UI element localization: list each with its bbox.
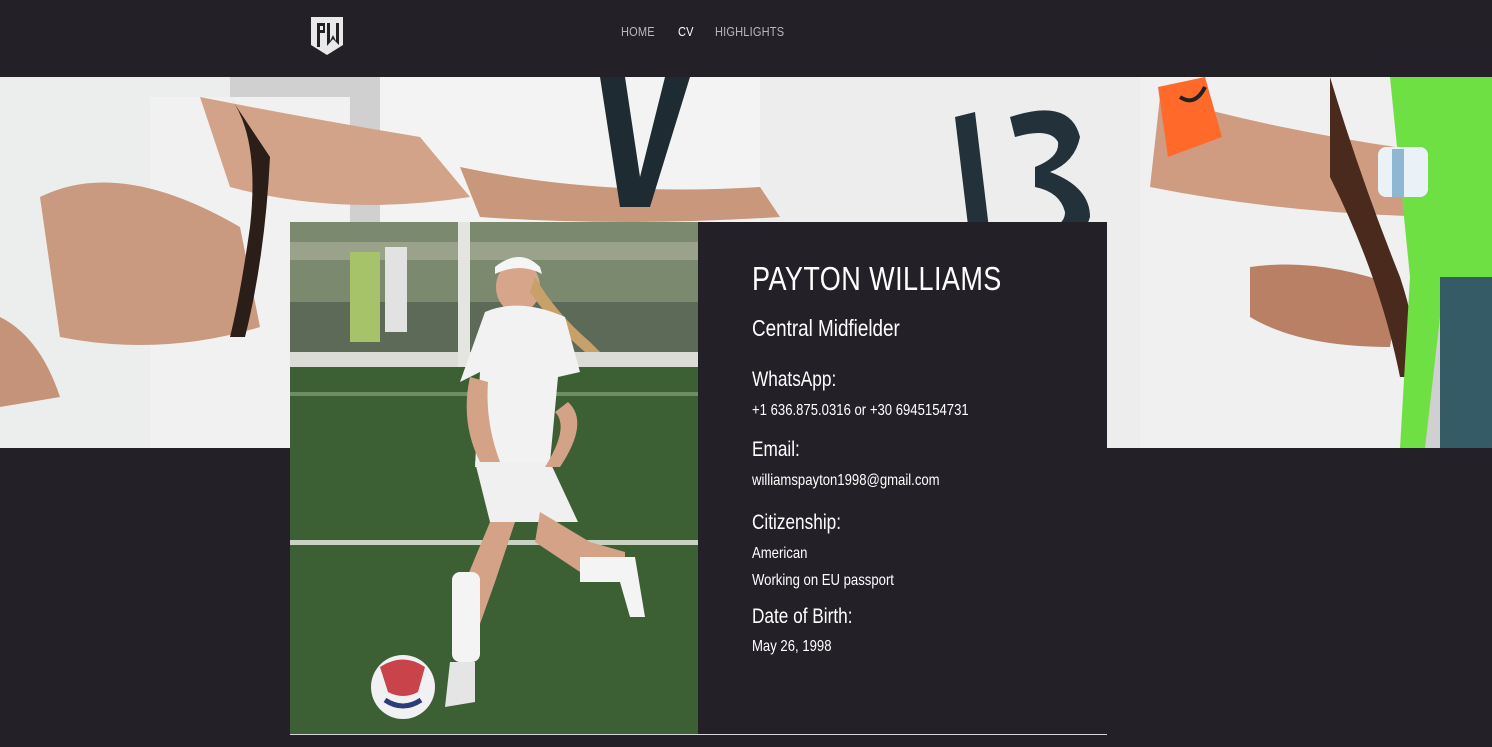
email-value[interactable]: williamspayton1998@gmail.com: [752, 472, 940, 490]
player-photo: [290, 222, 698, 734]
player-name: PAYTON WILLIAMS: [752, 260, 1002, 297]
nav-highlights-link[interactable]: HIGHLIGHTS: [715, 24, 784, 39]
nav-cv-link[interactable]: CV: [678, 24, 694, 39]
whatsapp-value: +1 636.875.0316 or +30 6945154731: [752, 402, 969, 419]
player-position: Central Midfielder: [752, 315, 900, 341]
dob-label: Date of Birth:: [752, 605, 853, 628]
card-bottom-divider: [290, 734, 1107, 735]
site-logo[interactable]: [309, 15, 345, 57]
citizenship-line-1: American: [752, 545, 808, 562]
player-action-image: [290, 222, 698, 734]
citizenship-label: Citizenship:: [752, 511, 842, 534]
top-navigation-bar: HOME CV HIGHLIGHTS: [0, 0, 1492, 77]
whatsapp-label: WhatsApp:: [752, 368, 837, 391]
dob-value: May 26, 1998: [752, 638, 832, 655]
email-label: Email:: [752, 438, 800, 461]
nav-home-link[interactable]: HOME: [621, 24, 655, 39]
profile-info-panel: PAYTON WILLIAMS Central Midfielder Whats…: [698, 222, 1107, 734]
pw-logo-icon: [311, 17, 343, 55]
citizenship-line-2: Working on EU passport: [752, 572, 894, 589]
